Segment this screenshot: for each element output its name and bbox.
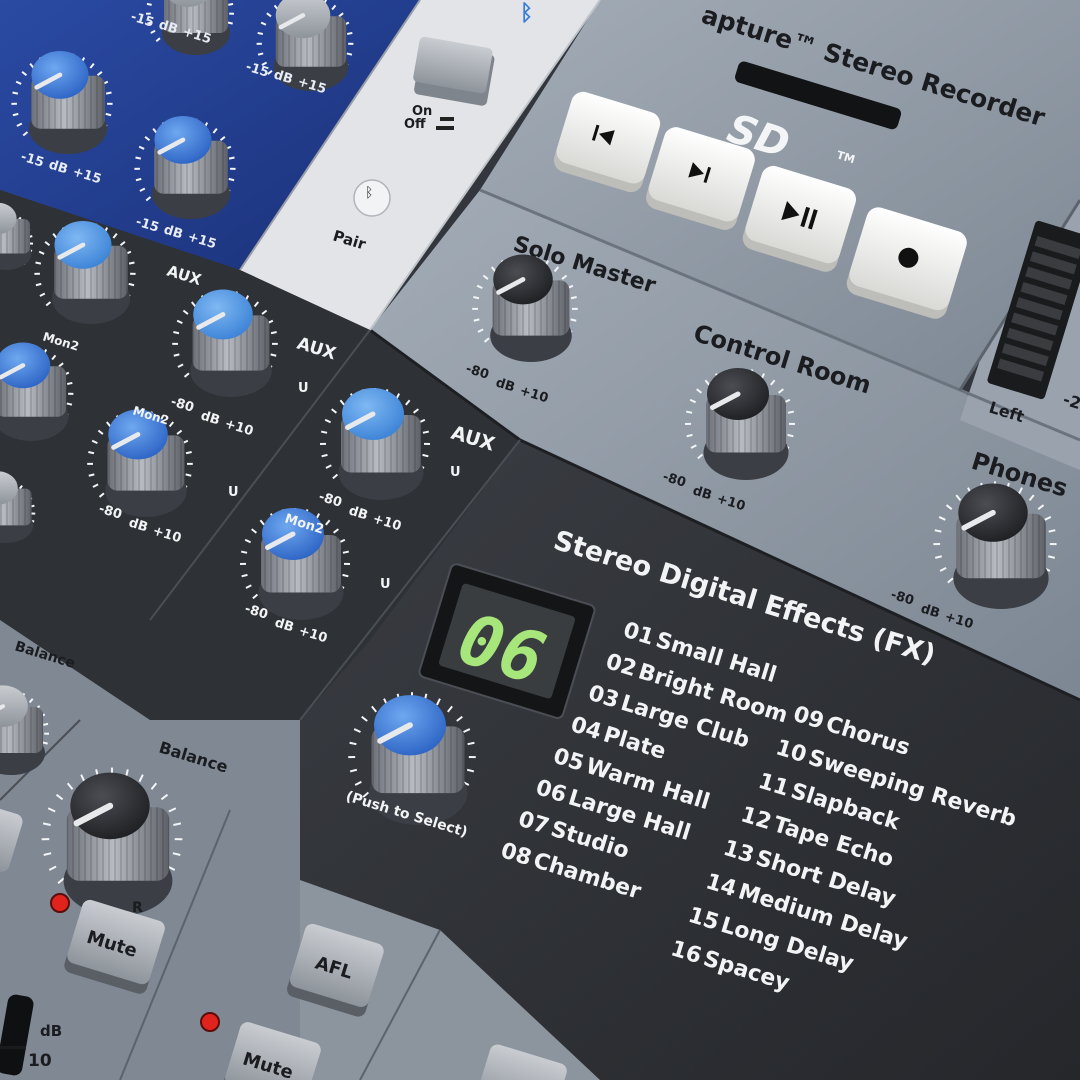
unity-label: U [298, 381, 309, 396]
mixer-photo: apture™ Stereo Recorder SD TM ᛒ On Off ᛒ… [0, 0, 1080, 1080]
unity-label: U [380, 577, 391, 592]
unity-label: U [228, 485, 239, 500]
mixer-scene: apture™ Stereo Recorder SD TM ᛒ On Off ᛒ… [0, 0, 1080, 1080]
mute-led [200, 1012, 220, 1032]
bluetooth-off-label: Off [404, 117, 426, 132]
fader-10-label: 10 [28, 1051, 52, 1071]
unity-label: U [450, 465, 461, 480]
mute-led [50, 893, 70, 913]
fader-db-label: dB [40, 1022, 62, 1040]
pair-button[interactable]: ᛒ [353, 179, 391, 217]
bluetooth-pair-icon: ᛒ [365, 185, 373, 201]
fader-tick [0, 1046, 26, 1049]
bluetooth-icon: ᛒ [520, 1, 533, 26]
